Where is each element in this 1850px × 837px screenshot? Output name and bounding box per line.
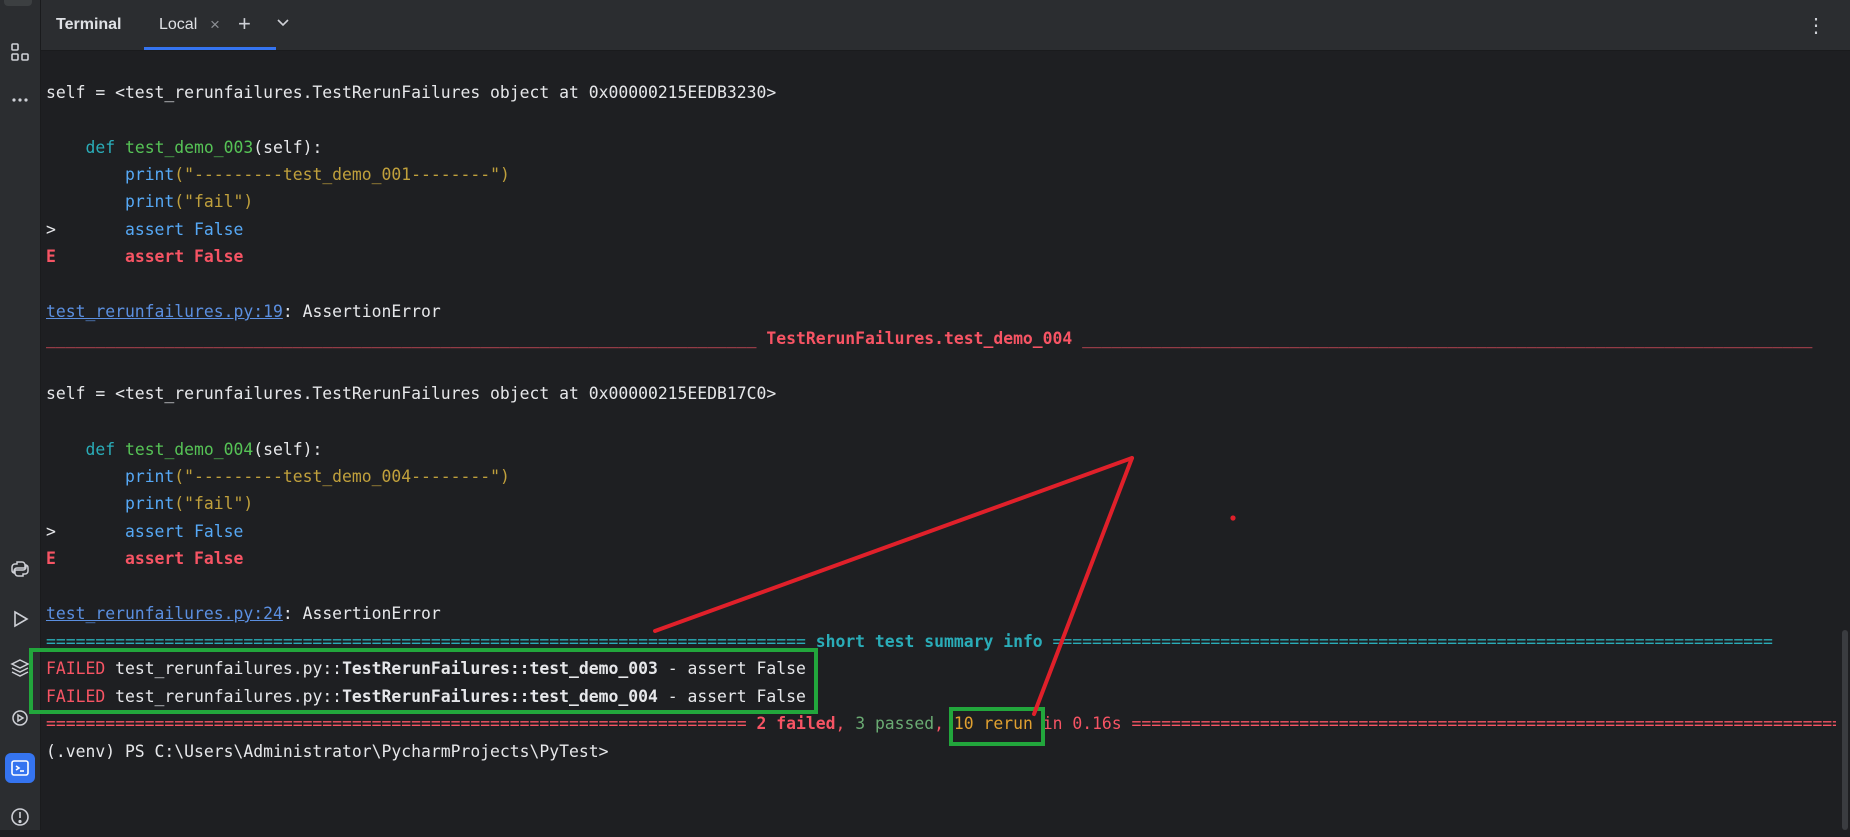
output-line: print("---------test_demo_001--------") [124,165,510,184]
terminal-tab-bar: Terminal Local × + ⋮ [41,0,1850,51]
chevron-down-icon[interactable] [275,14,291,35]
more-icon[interactable] [0,80,40,120]
problems-icon[interactable] [0,797,40,837]
active-tab-indicator [144,47,276,50]
tab-local[interactable]: Local × [144,0,276,50]
strip-top-handle [4,0,32,6]
output-line: def test_demo_004(self): [85,440,323,459]
file-link[interactable]: test_rerunfailures.py:19 [46,302,283,321]
run-icon[interactable] [0,599,40,639]
tab-local-label: Local [159,16,198,33]
add-tab-icon[interactable]: + [238,11,251,37]
output-line: self = <test_rerunfailures.TestRerunFail… [46,83,777,102]
shell-prompt[interactable]: (.venv) PS C:\Users\Administrator\Pychar… [46,740,1836,764]
structure-icon[interactable] [0,32,40,72]
highlight-box-failed-tests [29,648,818,714]
output-line: E assert False [46,549,244,568]
output-line: E assert False [46,247,244,266]
highlight-box-rerun-count [949,707,1045,746]
output-line: > assert False [46,220,244,239]
tool-window-title: Terminal [56,16,122,33]
result-summary-line: ========================================… [46,714,1836,733]
output-line: test_rerunfailures.py:24: AssertionError [46,604,441,623]
output-line: test_rerunfailures.py:19: AssertionError [46,302,441,321]
output-line: print("---------test_demo_004--------") [124,467,510,486]
options-menu-icon[interactable]: ⋮ [1806,13,1826,38]
output-line: > assert False [46,522,244,541]
output-line: print("fail") [124,494,254,513]
file-link[interactable]: test_rerunfailures.py:24 [46,604,283,623]
terminal-icon[interactable] [0,748,40,788]
output-line: self = <test_rerunfailures.TestRerunFail… [46,384,777,403]
python-console-icon[interactable] [0,549,40,589]
terminal-output[interactable]: self = <test_rerunfailures.TestRerunFail… [46,68,1836,828]
output-line: def test_demo_003(self): [85,138,323,157]
section-separator: ________________________________________… [46,329,1813,348]
close-icon[interactable]: × [210,15,220,35]
output-line: print("fail") [124,192,254,211]
vertical-scrollbar[interactable] [1842,630,1848,830]
